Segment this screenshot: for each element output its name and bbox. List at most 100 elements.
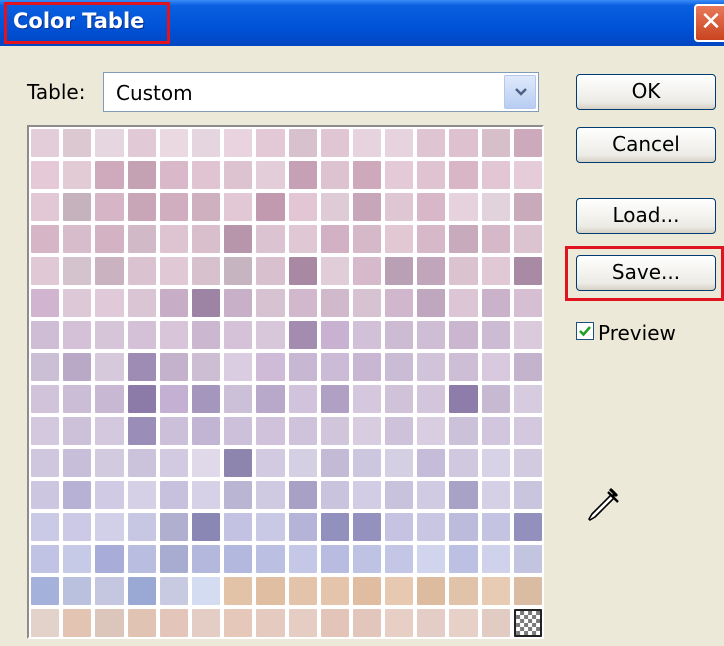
color-swatch[interactable] (127, 481, 156, 509)
color-swatch[interactable] (224, 609, 253, 637)
color-swatch[interactable] (352, 193, 382, 221)
color-swatch[interactable] (320, 609, 349, 637)
color-swatch[interactable] (256, 225, 285, 253)
color-swatch[interactable] (191, 129, 221, 157)
color-swatch[interactable] (191, 609, 221, 637)
load-button[interactable]: Load... (576, 198, 716, 234)
color-swatch[interactable] (95, 289, 124, 317)
color-swatch[interactable] (191, 417, 221, 445)
color-swatch[interactable] (95, 545, 124, 573)
color-swatch[interactable] (320, 577, 349, 605)
color-swatch[interactable] (127, 289, 156, 317)
color-swatch[interactable] (256, 513, 285, 541)
color-swatch[interactable] (352, 385, 382, 413)
color-swatch[interactable] (352, 225, 382, 253)
color-swatch[interactable] (352, 481, 382, 509)
color-swatch[interactable] (320, 289, 349, 317)
color-swatch[interactable] (481, 289, 510, 317)
color-swatch[interactable] (256, 577, 285, 605)
color-swatch[interactable] (127, 609, 156, 637)
color-swatch[interactable] (191, 513, 221, 541)
color-swatch[interactable] (320, 385, 349, 413)
color-swatch[interactable] (31, 225, 60, 253)
color-swatch[interactable] (159, 577, 188, 605)
color-swatch[interactable] (481, 481, 510, 509)
color-swatch[interactable] (31, 353, 60, 381)
color-swatch[interactable] (288, 545, 317, 573)
color-swatch[interactable] (320, 321, 349, 349)
color-swatch[interactable] (63, 513, 92, 541)
color-swatch[interactable] (481, 225, 510, 253)
color-swatch[interactable] (481, 161, 510, 189)
color-swatch[interactable] (31, 449, 60, 477)
color-swatch[interactable] (481, 609, 510, 637)
color-swatch[interactable] (449, 577, 478, 605)
color-swatch[interactable] (224, 257, 253, 285)
color-swatch[interactable] (63, 289, 92, 317)
color-swatch[interactable] (449, 417, 478, 445)
color-swatch[interactable] (159, 161, 188, 189)
dropdown-button[interactable] (504, 75, 536, 109)
eyedropper-icon[interactable] (586, 486, 620, 524)
color-swatch[interactable] (31, 289, 60, 317)
color-swatch[interactable] (417, 385, 446, 413)
color-swatch[interactable] (159, 257, 188, 285)
color-swatch[interactable] (191, 193, 221, 221)
color-swatch[interactable] (417, 289, 446, 317)
color-swatch[interactable] (191, 321, 221, 349)
color-swatch[interactable] (352, 417, 382, 445)
color-swatch[interactable] (224, 225, 253, 253)
color-swatch[interactable] (449, 385, 478, 413)
color-swatch[interactable] (256, 321, 285, 349)
color-swatch[interactable] (95, 161, 124, 189)
color-swatch[interactable] (385, 545, 414, 573)
color-swatch[interactable] (320, 129, 349, 157)
color-swatch[interactable] (481, 257, 510, 285)
color-swatch[interactable] (417, 225, 446, 253)
color-swatch[interactable] (95, 193, 124, 221)
color-swatch[interactable] (127, 513, 156, 541)
transparent-swatch[interactable] (513, 609, 542, 637)
color-swatch[interactable] (320, 257, 349, 285)
color-swatch[interactable] (288, 321, 317, 349)
color-swatch[interactable] (31, 417, 60, 445)
color-swatch[interactable] (256, 289, 285, 317)
color-swatch[interactable] (417, 481, 446, 509)
color-swatch[interactable] (320, 353, 349, 381)
color-swatch[interactable] (127, 129, 156, 157)
color-swatch[interactable] (481, 385, 510, 413)
color-swatch[interactable] (191, 481, 221, 509)
color-swatch[interactable] (159, 193, 188, 221)
color-swatch[interactable] (513, 321, 542, 349)
color-swatch[interactable] (63, 449, 92, 477)
color-swatch[interactable] (481, 577, 510, 605)
color-swatch[interactable] (63, 129, 92, 157)
color-swatch[interactable] (320, 193, 349, 221)
color-swatch[interactable] (288, 513, 317, 541)
color-swatch[interactable] (95, 417, 124, 445)
color-swatch[interactable] (191, 289, 221, 317)
color-swatch[interactable] (385, 385, 414, 413)
color-swatch[interactable] (352, 545, 382, 573)
color-swatch[interactable] (288, 257, 317, 285)
color-swatch[interactable] (385, 449, 414, 477)
color-swatch[interactable] (191, 161, 221, 189)
color-swatch[interactable] (256, 449, 285, 477)
color-swatch[interactable] (320, 545, 349, 573)
color-swatch[interactable] (481, 513, 510, 541)
color-swatch[interactable] (481, 353, 510, 381)
color-swatch[interactable] (127, 577, 156, 605)
color-swatch[interactable] (31, 609, 60, 637)
color-swatch[interactable] (127, 225, 156, 253)
color-swatch[interactable] (513, 353, 542, 381)
color-swatch[interactable] (352, 577, 382, 605)
color-swatch[interactable] (320, 225, 349, 253)
color-swatch[interactable] (417, 129, 446, 157)
color-swatch[interactable] (95, 225, 124, 253)
color-swatch[interactable] (352, 289, 382, 317)
color-swatch[interactable] (449, 609, 478, 637)
color-swatch[interactable] (449, 449, 478, 477)
color-swatch[interactable] (320, 513, 349, 541)
color-swatch[interactable] (417, 577, 446, 605)
color-swatch[interactable] (513, 129, 542, 157)
